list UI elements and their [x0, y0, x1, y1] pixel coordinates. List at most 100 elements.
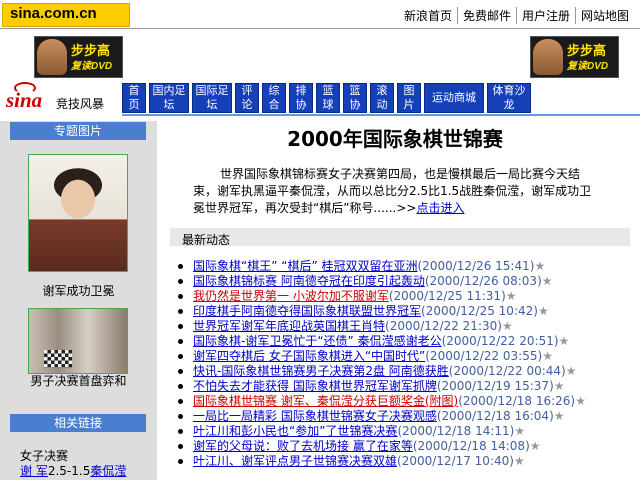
news-heading: 最新动态 — [182, 233, 231, 247]
bullet-icon — [178, 354, 183, 359]
nav-rolling[interactable]: 滚动 — [370, 83, 394, 113]
star-icon: ★ — [514, 424, 526, 438]
link-qin-kanying[interactable]: 秦侃滢 — [90, 464, 126, 478]
main-nav: 首页 国内足坛 国际足坛 评论 综合 排协 篮球 篮协 滚动 图片 运动商城 体… — [122, 83, 531, 113]
news-date: (2000/12/26 15:41) — [417, 259, 535, 273]
star-icon: ★ — [558, 334, 570, 348]
nav-volleyball[interactable]: 排协 — [289, 83, 313, 113]
star-icon: ★ — [542, 349, 553, 363]
star-icon: ★ — [537, 304, 549, 318]
nav-domestic-football[interactable]: 国内足坛 — [149, 83, 189, 113]
news-link[interactable]: 国际象棋“棋王” “棋后” 桂冠双双留在亚洲 — [193, 259, 418, 273]
news-date: (2000/12/17 10:40) — [397, 454, 514, 468]
news-date: (2000/12/25 10:42) — [421, 304, 538, 318]
news-link[interactable]: 不怕失去才能获得 国际象棋世界冠军谢军抓牌 — [193, 379, 437, 393]
photo-section-heading: 专题图片 — [10, 122, 146, 140]
news-item: 谢军的父母说：败了去机场接 赢了在家等(2000/12/18 14:08)★ — [173, 439, 633, 454]
bullet-icon — [178, 384, 183, 389]
news-date: (2000/12/22 00:44) — [448, 364, 566, 378]
result-score: 2.5-1.5 — [47, 464, 91, 478]
star-icon: ★ — [513, 454, 525, 468]
news-link[interactable]: 叶江川和彭小民也“参加”了世锦赛决赛 — [193, 424, 397, 438]
nav-basketball[interactable]: 篮球 — [316, 83, 340, 113]
site-logo[interactable]: sina.com.cn — [10, 5, 97, 22]
star-icon: ★ — [565, 364, 577, 378]
intro-paragraph: 世界国际象棋锦标赛女子决赛第四局，也是慢棋最后一局比赛今天结束，谢军执黑逼平秦侃… — [193, 166, 593, 217]
bullet-icon — [178, 414, 183, 419]
bullet-icon — [178, 369, 183, 374]
link-sina-home[interactable]: 新浪首页 — [399, 7, 457, 24]
news-item: 我仍然是世界第一 小波尔加不服谢军(2000/12/25 11:31)★ — [173, 289, 633, 304]
star-icon: ★ — [575, 394, 586, 408]
news-link[interactable]: 国际象棋-谢军卫冕忙于“还债” 秦侃滢感谢老公 — [193, 334, 442, 348]
news-item: 印度棋手阿南德夺得国际象棋联盟世界冠军(2000/12/25 10:42)★ — [173, 304, 633, 319]
news-date: (2000/12/18 14:11) — [397, 424, 515, 438]
match-photo[interactable] — [28, 308, 128, 374]
link-register[interactable]: 用户注册 — [515, 7, 575, 24]
news-date: (2000/12/22 03:55) — [425, 349, 543, 363]
ad-portrait — [37, 39, 67, 75]
news-list: 国际象棋“棋王” “棋后” 桂冠双双留在亚洲(2000/12/26 15:41)… — [173, 259, 633, 469]
bullet-icon — [178, 279, 183, 284]
photo2-caption[interactable]: 男子决赛首盘弈和 — [0, 372, 157, 389]
news-link[interactable]: 一局比一局精彩 国际象棋世锦赛女子决赛观感 — [193, 409, 437, 423]
link-xie-jun[interactable]: 谢 军 — [20, 464, 48, 478]
bullet-icon — [178, 324, 183, 329]
news-date: (2000/12/19 15:37) — [436, 379, 554, 393]
news-date: (2000/12/26 08:03) — [424, 274, 542, 288]
sina-logo[interactable]: sina — [6, 88, 42, 113]
nav-pictures[interactable]: 图片 — [397, 83, 421, 113]
star-icon: ★ — [553, 379, 565, 393]
star-icon: ★ — [541, 274, 553, 288]
news-link[interactable]: 国际象棋世锦赛 谢军、秦侃滢分获巨额奖金(附图) — [193, 394, 458, 408]
news-link[interactable]: 印度棋手阿南德夺得国际象棋联盟世界冠军 — [193, 304, 421, 318]
nav-commentary[interactable]: 评论 — [235, 83, 259, 113]
news-item: 国际象棋“棋王” “棋后” 桂冠双双留在亚洲(2000/12/26 15:41)… — [173, 259, 633, 274]
nav-home[interactable]: 首页 — [122, 83, 146, 113]
nav-divider — [122, 114, 640, 116]
nav-intl-football[interactable]: 国际足坛 — [192, 83, 232, 113]
nav-sports-salon[interactable]: 体育沙龙 — [487, 83, 531, 113]
news-link[interactable]: 快讯-国际象棋世锦赛男子决赛第2盘 阿南德获胜 — [193, 364, 449, 378]
ad-subtitle: 复读DVD — [71, 61, 113, 72]
link-free-mail[interactable]: 免费邮件 — [456, 7, 516, 24]
banner-ad-left[interactable]: 步步高 复读DVD — [34, 36, 123, 78]
star-icon: ★ — [501, 319, 513, 333]
player-photo-xie-jun[interactable] — [28, 154, 128, 272]
banner-ad-right[interactable]: 步步高 复读DVD — [530, 36, 619, 78]
intro-text: 世界国际象棋锦标赛女子决赛第四局，也是慢棋最后一局比赛今天结束，谢军执黑逼平秦侃… — [193, 167, 592, 215]
news-item: 叶江川和彭小民也“参加”了世锦赛决赛(2000/12/18 14:11)★ — [173, 424, 633, 439]
bullet-icon — [178, 429, 183, 434]
related-links-heading: 相关链接 — [10, 414, 146, 432]
news-link[interactable]: 叶江川、谢军评点男子世锦赛决赛双雄 — [193, 454, 397, 468]
nav-basketball-assoc[interactable]: 篮协 — [343, 83, 367, 113]
news-heading-bar — [170, 228, 630, 246]
bullet-icon — [178, 459, 183, 464]
nav-sports-mall[interactable]: 运动商城 — [424, 83, 484, 113]
star-icon: ★ — [534, 259, 546, 273]
news-item: 一局比一局精彩 国际象棋世锦赛女子决赛观感(2000/12/18 16:04)★ — [173, 409, 633, 424]
ad-subtitle: 复读DVD — [567, 61, 609, 72]
nav-general[interactable]: 综合 — [262, 83, 286, 113]
news-link[interactable]: 我仍然是世界第一 小波尔加不服谢军 — [193, 289, 389, 303]
bullet-icon — [178, 309, 183, 314]
news-item: 国际象棋-谢军卫冕忙于“还债” 秦侃滢感谢老公(2000/12/22 20:51… — [173, 334, 633, 349]
ad-portrait — [533, 39, 563, 75]
news-link[interactable]: 国际象棋锦标赛 阿南德夺冠在印度引起轰动 — [193, 274, 425, 288]
bullet-icon — [178, 339, 183, 344]
photo1-caption[interactable]: 谢军成功卫冕 — [0, 282, 157, 299]
news-date: (2000/12/18 16:26) — [458, 394, 576, 408]
news-link[interactable]: 谢军四夺棋后 女子国际象棋进入“中国时代” — [193, 349, 425, 363]
chessboard-icon — [44, 350, 72, 368]
news-item: 快讯-国际象棋世锦赛男子决赛第2盘 阿南德获胜(2000/12/22 00:44… — [173, 364, 633, 379]
news-link[interactable]: 世界冠军谢军年底迎战英国棋王肖特 — [193, 319, 385, 333]
news-link[interactable]: 谢军的父母说：败了去机场接 赢了在家等 — [193, 439, 413, 453]
top-links: 新浪首页 免费邮件 用户注册 网站地图 — [399, 7, 634, 24]
news-item: 谢军四夺棋后 女子国际象棋进入“中国时代”(2000/12/22 03:55)★ — [173, 349, 633, 364]
link-sitemap[interactable]: 网站地图 — [574, 7, 634, 24]
news-item: 国际象棋世锦赛 谢军、秦侃滢分获巨额奖金(附图)(2000/12/18 16:2… — [173, 394, 633, 409]
news-item: 国际象棋锦标赛 阿南德夺冠在印度引起轰动(2000/12/26 08:03)★ — [173, 274, 633, 289]
news-date: (2000/12/22 20:51) — [441, 334, 559, 348]
related-link-result: 谢 军2.5-1.5秦侃滢 — [20, 462, 126, 479]
intro-enter-link[interactable]: 点击进入 — [416, 201, 464, 215]
